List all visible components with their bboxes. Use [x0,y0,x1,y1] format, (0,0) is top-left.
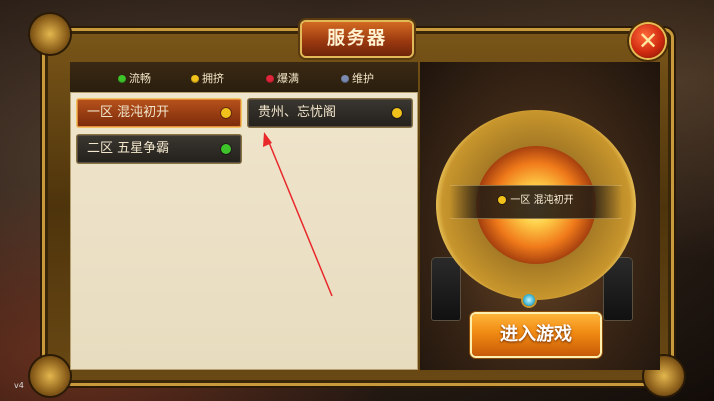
server-item-label: 一区 混沌初开 [87,105,170,120]
legend-item-crowded: 拥挤 [191,70,224,86]
selected-server-label: 一区 混沌初开 [510,195,574,206]
status-dot-icon [221,108,231,118]
server-item-label: 贵州、忘忧阁 [258,105,337,120]
frame-corner-ornament-icon [30,14,70,54]
green-dot-icon [118,75,126,83]
selected-server-display: 一区 混沌初开 [450,185,622,219]
dialog-title: 服务器 [302,22,412,56]
server-item-zone1[interactable]: 一区 混沌初开 [77,99,241,127]
enter-game-button[interactable]: 进入游戏 [472,314,600,356]
status-dot-icon [392,108,402,118]
gray-dot-icon [341,75,349,83]
server-item-guizhou[interactable]: 贵州、忘忧阁 [248,99,412,127]
yellow-dot-icon [191,75,199,83]
status-dot-icon [221,144,231,154]
status-dot-icon [498,196,507,204]
server-item-zone2[interactable]: 二区 五星争霸 [77,135,241,163]
legend-item-maintenance: 维护 [341,70,374,86]
red-dot-icon [266,75,274,83]
server-item-label: 二区 五星争霸 [87,141,170,156]
version-label: v4 [14,381,24,390]
legend-item-smooth: 流畅 [118,70,151,86]
mirror-stand-left [432,258,460,320]
server-list-panel [70,92,418,370]
legend-item-full: 爆满 [266,70,299,86]
status-legend: 流畅 拥挤 爆满 维护 [70,62,418,93]
close-button[interactable]: ✕ [631,24,665,58]
gem-icon [523,294,535,306]
frame-corner-ornament-icon [30,356,70,396]
close-icon: ✕ [637,27,659,55]
